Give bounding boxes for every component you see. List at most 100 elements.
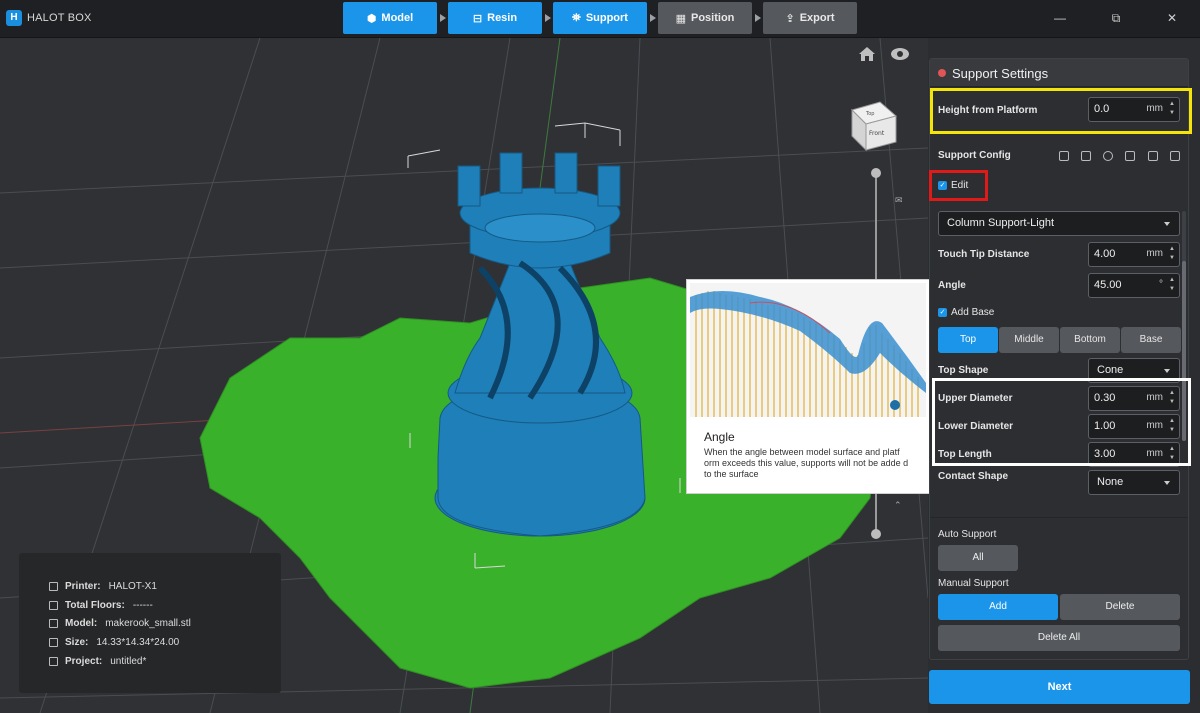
tab-middle[interactable]: Middle (999, 327, 1059, 353)
support-icon: ⛯ (572, 11, 581, 24)
step-label: Resin (487, 12, 518, 24)
cube-icon: ⬢ (366, 12, 377, 25)
step-position[interactable]: ▦ Position (658, 2, 752, 34)
save-config-icon[interactable] (1170, 151, 1180, 161)
resin-icon: ⊟ (472, 12, 483, 25)
step-export[interactable]: ⇪ Export (763, 2, 857, 34)
checkbox-checked-icon: ✓ (938, 308, 947, 317)
step-model[interactable]: ⬢ Model (343, 2, 437, 34)
manual-support-label: Manual Support (938, 578, 1009, 589)
next-button[interactable]: Next (929, 670, 1190, 704)
touch-tip-unit: mm (1146, 248, 1163, 259)
cube-icon (49, 618, 58, 628)
highlight-red-frame (929, 170, 988, 201)
info-label: Model: (65, 617, 98, 629)
chevron-down-icon (1164, 481, 1170, 485)
project-icon (49, 656, 58, 666)
chevron-down-icon (1164, 369, 1170, 373)
grid-icon: ▦ (675, 12, 686, 25)
support-settings-icon (938, 69, 946, 77)
tab-top[interactable]: Top (938, 327, 998, 353)
step-label: Export (799, 12, 835, 24)
delete-all-button[interactable]: Delete All (938, 625, 1180, 651)
app-title: HALOT BOX (27, 12, 92, 24)
angle-unit: ° (1159, 279, 1163, 290)
info-value: ------ (132, 599, 153, 611)
viewcube-front-label: Front (869, 130, 885, 137)
info-printer: Printer: HALOT-X1 (49, 579, 157, 593)
tooltip-text: When the angle between model surface and… (704, 447, 909, 479)
model-info-panel: Printer: HALOT-X1 Total Floors: ------ M… (19, 553, 281, 693)
panel-header: Support Settings (930, 59, 1188, 87)
spinner-icon[interactable]: ▲ ▼ (1169, 245, 1175, 263)
ruler-icon (49, 637, 58, 647)
info-value: untitled* (110, 655, 147, 667)
spinner-icon[interactable]: ▲ ▼ (1169, 276, 1175, 294)
contact-shape-select[interactable]: None (1088, 470, 1180, 495)
export-icon: ⇪ (785, 12, 795, 25)
add-base-label: Add Base (951, 307, 995, 318)
eye-icon[interactable] (890, 47, 910, 61)
angle-tooltip-image (690, 283, 926, 417)
trash-icon[interactable] (1059, 151, 1069, 161)
slider-up-icon[interactable]: ⌃ (894, 501, 902, 511)
layers-icon (49, 600, 58, 610)
info-value: makerook_small.stl (105, 617, 191, 629)
info-label: Project: (65, 655, 103, 667)
info-value: HALOT-X1 (108, 580, 157, 592)
view-cube[interactable]: Top Front (851, 101, 898, 152)
info-label: Total Floors: (65, 599, 125, 611)
app-window: H HALOT BOX ⬢ Model ⊟ Resin ⛯ Support ▦ Posi… (0, 0, 1200, 713)
top-shape-label: Top Shape (938, 365, 989, 376)
step-label: Model (381, 12, 414, 24)
edit-config-icon[interactable] (1081, 151, 1091, 161)
step-arrow-icon (545, 14, 551, 22)
app-logo-icon: H (6, 10, 22, 26)
step-resin[interactable]: ⊟ Resin (448, 2, 542, 34)
angle-value: 45.00 (1094, 279, 1122, 291)
export-config-icon[interactable] (1148, 151, 1158, 161)
highlight-white-frame (932, 378, 1191, 466)
support-config-label: Support Config (938, 150, 1011, 161)
info-model: Model: makerook_small.stl (49, 616, 191, 630)
info-size: Size: 14.33*14.34*24.00 (49, 635, 179, 649)
import-icon[interactable] (1125, 151, 1135, 161)
angle-label: Angle (938, 280, 966, 291)
tooltip-title: Angle (704, 430, 735, 444)
step-arrow-icon (440, 14, 446, 22)
touch-tip-value: 4.00 (1094, 248, 1116, 260)
step-support[interactable]: ⛯ Support (553, 2, 647, 34)
add-support-button[interactable]: Add (938, 594, 1058, 620)
viewcube-top-label: Top (865, 111, 874, 117)
support-type-select[interactable]: Column Support-Light (938, 211, 1180, 236)
minimize-button[interactable]: — (1052, 10, 1068, 26)
title-bar: H HALOT BOX ⬢ Model ⊟ Resin ⛯ Support ▦ Posi… (0, 0, 1200, 38)
close-button[interactable]: ✕ (1164, 10, 1180, 26)
angle-tooltip: Angle When the angle between model surfa… (686, 279, 930, 494)
info-project: Project: untitled* (49, 654, 146, 668)
printer-icon (49, 581, 58, 591)
restore-button[interactable]: ⧉ (1108, 10, 1124, 26)
support-settings-panel: Support Settings Height from Platform 0.… (929, 58, 1189, 660)
home-icon[interactable] (858, 46, 876, 62)
top-shape-value: Cone (1097, 364, 1124, 376)
angle-input[interactable]: 45.00 ° ▲ ▼ (1088, 273, 1180, 298)
info-label: Printer: (65, 580, 101, 592)
delete-support-button[interactable]: Delete (1060, 594, 1180, 620)
refresh-icon[interactable] (1103, 151, 1113, 161)
info-label: Size: (65, 636, 89, 648)
add-base-checkbox[interactable]: ✓ Add Base (938, 307, 994, 318)
touch-tip-input[interactable]: 4.00 mm ▲ ▼ (1088, 242, 1180, 267)
step-label: Position (691, 12, 735, 24)
panel-title: Support Settings (952, 66, 1049, 81)
divider (930, 517, 1188, 518)
auto-support-label: Auto Support (938, 529, 997, 540)
auto-support-all-button[interactable]: All (938, 545, 1018, 571)
slider-top-icon[interactable]: ✉ (895, 196, 903, 206)
tab-base[interactable]: Base (1121, 327, 1181, 353)
step-label: Support (585, 12, 628, 24)
step-arrow-icon (650, 14, 656, 22)
touch-tip-label: Touch Tip Distance (938, 249, 1030, 260)
tab-bottom[interactable]: Bottom (1060, 327, 1120, 353)
contact-shape-value: None (1097, 476, 1124, 488)
